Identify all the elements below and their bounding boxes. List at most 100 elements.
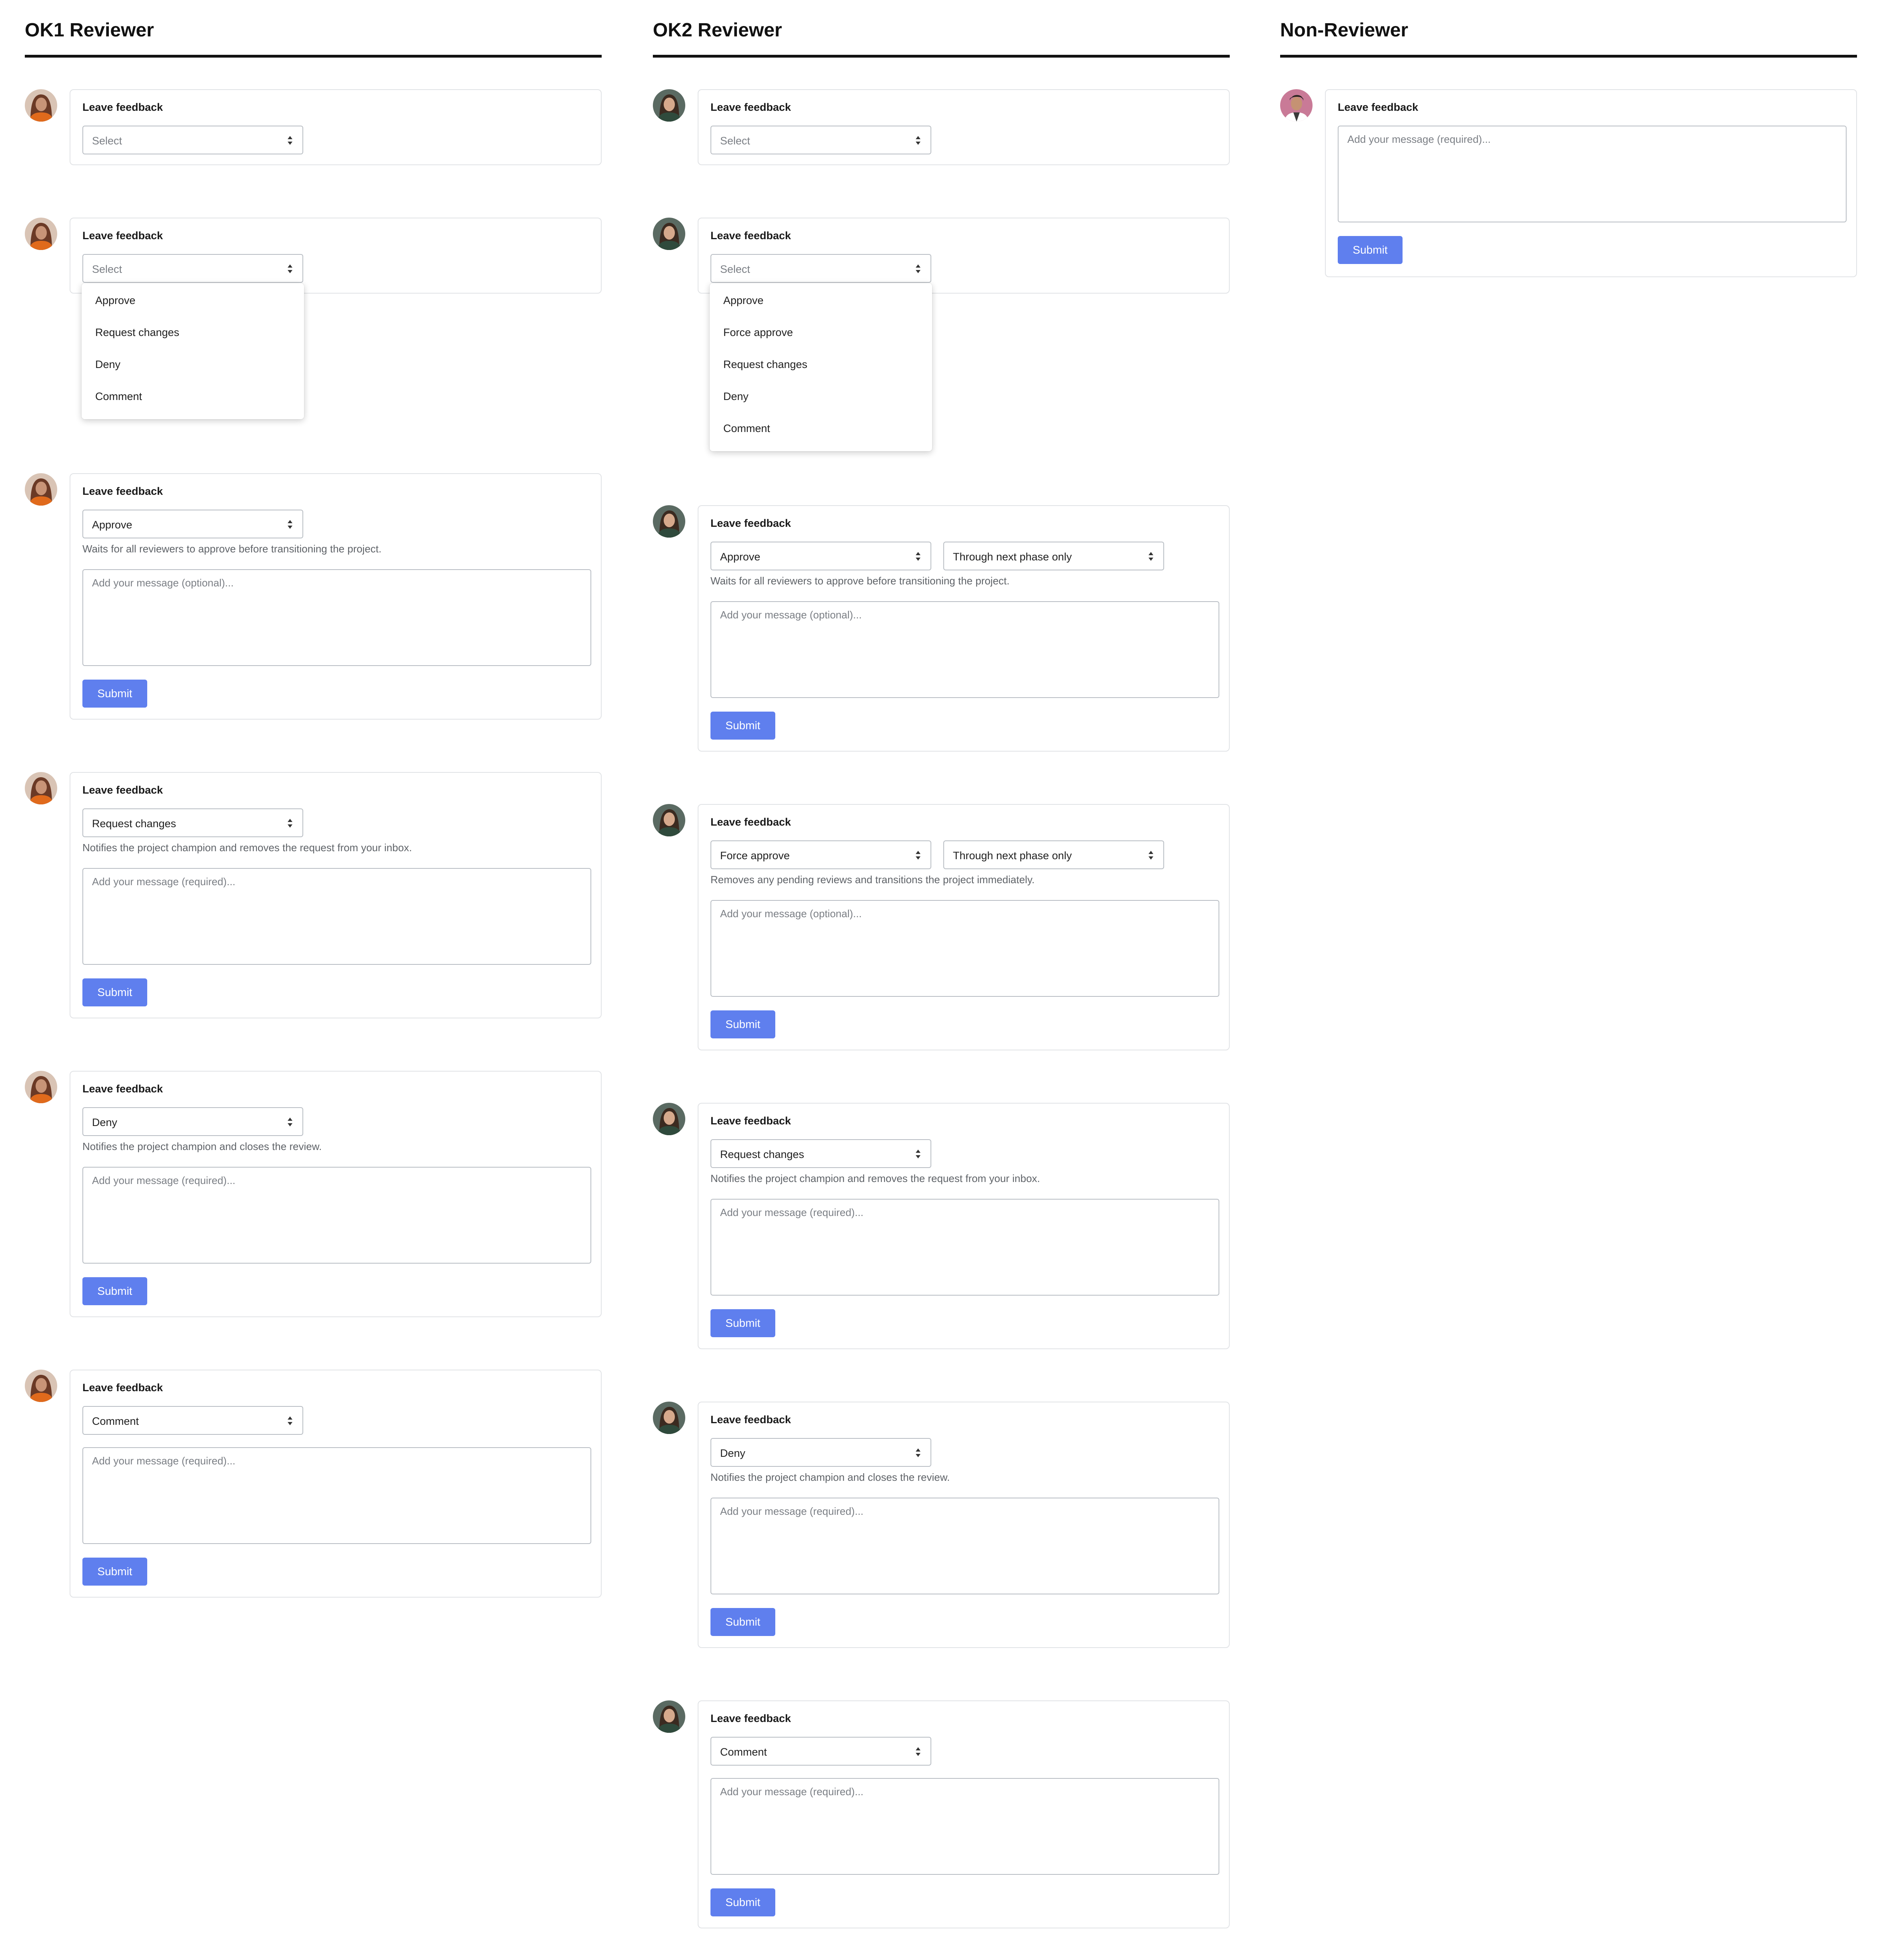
woman-portrait-icon [653,505,685,538]
column-divider [653,55,1230,58]
feedback-type-select[interactable]: Select [82,126,303,154]
approval-scope-select[interactable]: Through next phase only [943,840,1164,869]
feedback-card: Leave feedback Select [70,218,602,294]
message-field[interactable] [710,1778,1219,1875]
reviewer-avatar [25,89,57,122]
commenter-avatar [1280,89,1313,122]
select-value: Comment [720,1746,767,1758]
woman-portrait-icon [25,473,57,506]
dropdown-option-request-changes[interactable]: Request changes [95,326,179,339]
feedback-entry: Leave feedback Select [653,89,1230,165]
feedback-entry: Leave feedback Select Approve Force appr… [653,218,1230,458]
select-value: Request changes [720,1148,804,1160]
feedback-entry: Leave feedback Comment Submit [653,1700,1230,1928]
feedback-type-select[interactable]: Comment [710,1737,931,1766]
submit-button[interactable]: Submit [82,1277,147,1305]
feedback-type-select[interactable]: Select [82,254,303,283]
feedback-type-select[interactable]: Deny [710,1438,931,1467]
select-arrows-icon [287,1117,293,1127]
feedback-type-select[interactable]: Select [710,254,931,283]
select-arrows-icon [287,264,293,274]
message-field[interactable] [82,1167,591,1264]
submit-button[interactable]: Submit [710,1309,775,1337]
reviewer-avatar [25,473,57,506]
feedback-type-hint: Notifies the project champion and remove… [710,1172,1040,1184]
card-title: Leave feedback [82,230,163,242]
feedback-type-select[interactable]: Deny [82,1107,303,1136]
feedback-entry: Leave feedback Request changes Notifies … [25,772,602,1018]
feedback-card: Leave feedback Request changes Notifies … [698,1103,1230,1349]
submit-button[interactable]: Submit [710,1608,775,1636]
feedback-type-select[interactable]: Request changes [82,808,303,837]
submit-button[interactable]: Submit [710,1888,775,1916]
reviewer-avatar [25,218,57,250]
submit-button[interactable]: Submit [710,1010,775,1038]
feedback-type-hint: Notifies the project champion and closes… [710,1471,950,1483]
dropdown-option-request-changes[interactable]: Request changes [723,358,807,371]
feedback-entry: Leave feedback Select [25,89,602,165]
select-arrows-icon [915,135,921,146]
select-arrows-icon [287,519,293,530]
select-value: Through next phase only [953,551,1072,563]
feedback-type-select[interactable]: Select [710,126,931,154]
message-field[interactable] [710,1199,1219,1296]
select-value: Select [720,263,750,275]
card-title: Leave feedback [710,1414,791,1426]
message-field[interactable] [710,900,1219,997]
card-title: Leave feedback [710,517,791,529]
feedback-type-select[interactable]: Force approve [710,840,931,869]
feedback-entry: Leave feedback Submit [1280,89,1857,277]
message-field[interactable] [710,601,1219,698]
dropdown-option-comment[interactable]: Comment [95,390,142,403]
submit-button[interactable]: Submit [710,712,775,740]
feedback-type-select[interactable]: Comment [82,1406,303,1435]
message-field[interactable] [82,1447,591,1544]
message-field[interactable] [82,868,591,965]
select-arrows-icon [915,1746,921,1757]
card-title: Leave feedback [710,1712,791,1724]
select-value: Comment [92,1415,139,1427]
message-field[interactable] [710,1498,1219,1594]
feedback-type-hint: Waits for all reviewers to approve befor… [710,575,1010,587]
woman-portrait-icon [653,1402,685,1434]
card-title: Leave feedback [82,1382,163,1394]
select-arrows-icon [915,1448,921,1458]
select-value: Select [92,263,122,275]
feedback-type-select[interactable]: Approve [710,542,931,570]
submit-button[interactable]: Submit [82,978,147,1006]
man-portrait-icon [1280,89,1313,122]
feedback-entry: Leave feedback Comment Submit [25,1370,602,1598]
card-title: Leave feedback [710,816,791,828]
select-arrows-icon [1148,551,1154,562]
approval-scope-select[interactable]: Through next phase only [943,542,1164,570]
column-title: Non-Reviewer [1280,20,1409,41]
submit-button[interactable]: Submit [82,1558,147,1586]
woman-portrait-icon [25,1071,57,1103]
dropdown-option-deny[interactable]: Deny [723,390,748,403]
select-arrows-icon [915,1149,921,1159]
feedback-card: Leave feedback Request changes Notifies … [70,772,602,1018]
card-title: Leave feedback [82,784,163,796]
dropdown-option-deny[interactable]: Deny [95,358,120,371]
dropdown-option-approve[interactable]: Approve [723,294,764,307]
feedback-type-hint: Removes any pending reviews and transiti… [710,874,1035,886]
select-arrows-icon [1148,850,1154,860]
dropdown-option-approve[interactable]: Approve [95,294,136,307]
reviewer-avatar [25,1071,57,1103]
woman-portrait-icon [25,772,57,804]
feedback-type-select[interactable]: Request changes [710,1139,931,1168]
dropdown-option-comment[interactable]: Comment [723,422,770,435]
select-value: Select [92,135,122,147]
woman-portrait-icon [653,804,685,836]
feedback-type-select[interactable]: Approve [82,510,303,538]
feedback-card: Leave feedback Deny Notifies the project… [70,1071,602,1317]
card-title: Leave feedback [710,101,791,113]
dropdown-option-force-approve[interactable]: Force approve [723,326,793,339]
submit-button[interactable]: Submit [82,680,147,708]
message-field[interactable] [82,569,591,666]
submit-button[interactable]: Submit [1338,236,1403,264]
card-title: Leave feedback [1338,101,1419,113]
reviewer-avatar [653,89,685,122]
select-value: Force approve [720,850,790,862]
message-field[interactable] [1338,126,1847,222]
